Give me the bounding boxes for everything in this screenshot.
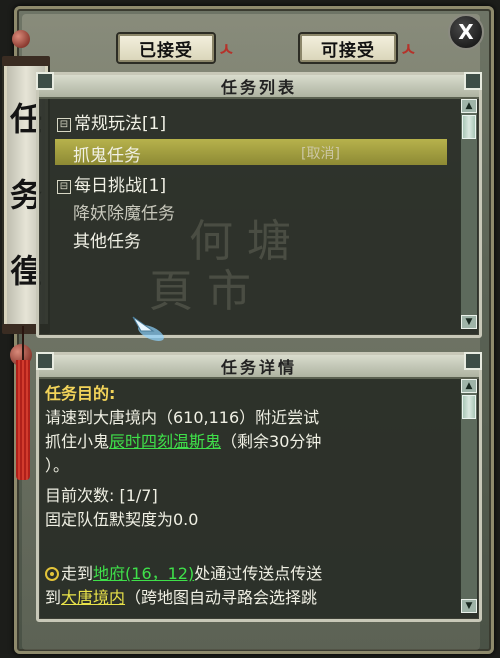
scroll-down-button[interactable]: ▼ — [461, 315, 477, 329]
corner-ornament — [464, 352, 482, 370]
group-label: 常规玩法[1] — [74, 114, 167, 134]
group-label: 每日挑战[1] — [74, 176, 167, 196]
target-icon — [45, 567, 59, 581]
text: 到 — [45, 588, 62, 607]
task-list-panel: 任务列表 何 塘 頁 市 ⊟ 常规玩法[1] 抓鬼任务 [取消] ⊟ 每日挑战[1]… — [36, 72, 482, 342]
text: 抓住小鬼 — [45, 432, 110, 451]
scroll-cap — [2, 56, 50, 66]
task-label: 降妖除魔任务 — [73, 204, 175, 224]
tab-accepted[interactable]: 已接受 — [116, 32, 216, 64]
route-link-datang[interactable]: 大唐境内 — [61, 588, 125, 607]
task-list-header: 任务列表 — [39, 75, 479, 99]
text: （跨地图自动寻路会选择跳 — [125, 588, 318, 607]
text: 处通过传送点传送 — [194, 564, 323, 583]
task-list-scrollbar[interactable]: ▲ ▼ — [460, 99, 477, 329]
route-line2: 到大唐境内（跨地图自动寻路会选择跳 — [45, 587, 317, 609]
route-line1: 走到地府(16，12)处通过传送点传送 — [45, 563, 322, 585]
task-count: 目前次数: [1/7] — [45, 486, 158, 505]
scroll-thumb[interactable] — [462, 395, 476, 419]
task-label: 其他任务 — [73, 232, 141, 252]
collapse-icon[interactable]: ⊟ — [57, 180, 71, 194]
tab-decoration: ㅅ — [218, 40, 235, 61]
cancel-link[interactable]: [取消] — [301, 143, 340, 163]
scroll-thumb[interactable] — [462, 115, 476, 139]
task-label: 抓鬼任务 — [73, 146, 141, 166]
cord — [22, 326, 24, 362]
task-goal-line3: ）。 — [45, 456, 70, 475]
task-item-demon[interactable]: 降妖除魔任务 — [73, 199, 175, 224]
close-button[interactable]: X — [448, 14, 484, 50]
task-goal-line2: 抓住小鬼辰时四刻温斯鬼（剩余30分钟 — [45, 431, 321, 453]
corner-ornament — [464, 72, 482, 90]
task-detail-panel: 任务详情 任务目的: 请速到大唐境内（610,116）附近尝试 抓住小鬼辰时四刻… — [36, 352, 482, 622]
background-calligraphy: 頁 市 — [149, 266, 251, 317]
task-goal-title: 任务目的: — [45, 384, 116, 403]
group-regular[interactable]: ⊟ 常规玩法[1] — [57, 109, 166, 134]
corner-ornament — [36, 352, 54, 370]
task-item-other[interactable]: 其他任务 — [73, 227, 141, 252]
task-item-ghost[interactable]: 抓鬼任务 — [73, 141, 141, 166]
group-daily[interactable]: ⊟ 每日挑战[1] — [57, 171, 166, 196]
scroll-down-button[interactable]: ▼ — [461, 599, 477, 613]
task-goal-line1: 请速到大唐境内（610,116）附近尝试 — [45, 408, 320, 427]
scroll-up-button[interactable]: ▲ — [461, 99, 477, 113]
cursor-icon — [132, 316, 164, 342]
text: （剩余30分钟 — [221, 432, 322, 451]
task-detail-scrollbar[interactable]: ▲ ▼ — [460, 379, 477, 613]
route-link-underworld[interactable]: 地府(16，12) — [93, 564, 194, 583]
scroll-up-button[interactable]: ▲ — [461, 379, 477, 393]
tab-available[interactable]: 可接受 — [298, 32, 398, 64]
corner-ornament — [36, 72, 54, 90]
bead-ornament — [12, 30, 30, 48]
tab-decoration: ㅅ — [400, 40, 417, 61]
collapse-icon[interactable]: ⊟ — [57, 118, 71, 132]
task-detail-header: 任务详情 — [39, 355, 479, 379]
team-bond: 固定队伍默契度为0.0 — [45, 510, 199, 529]
text: 走到 — [61, 564, 94, 583]
target-ghost-link[interactable]: 辰时四刻温斯鬼 — [109, 432, 221, 451]
tassel-ornament — [16, 360, 30, 480]
